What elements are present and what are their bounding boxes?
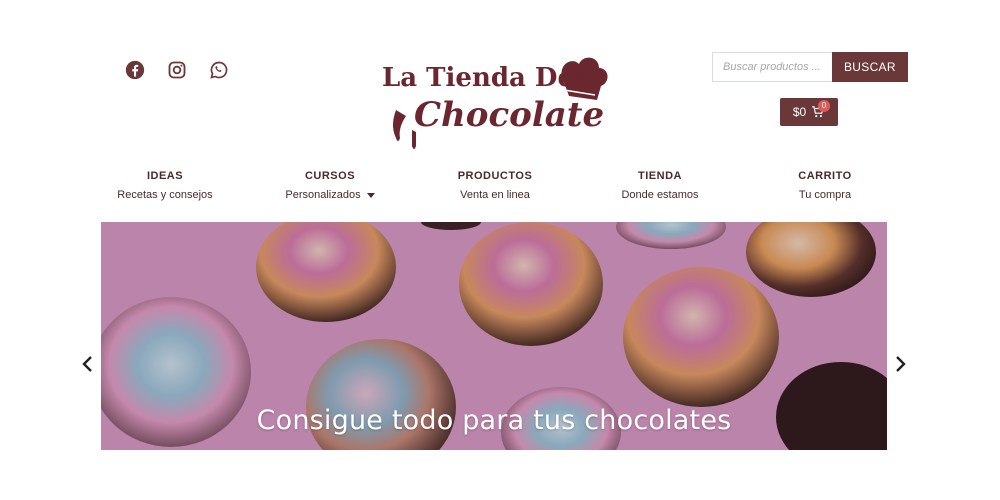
hero-caption: Consigue todo para tus chocolates (256, 405, 732, 436)
social-links (125, 60, 229, 80)
whatsapp-icon[interactable] (209, 60, 229, 80)
nav-item-tienda[interactable]: TIENDA Donde estamos (595, 170, 725, 201)
nav-item-title: PRODUCTOS (457, 170, 533, 182)
cart-button[interactable]: $0 0 (780, 98, 838, 126)
search-input[interactable] (712, 52, 832, 82)
logo-line2: Chocolate (414, 95, 604, 135)
cart-count-badge: 0 (818, 100, 830, 112)
nav-item-title: CARRITO (798, 170, 852, 182)
main-nav: IDEAS Recetas y consejos CURSOS Personal… (100, 170, 890, 201)
product-search: BUSCAR (712, 52, 908, 82)
nav-item-productos[interactable]: PRODUCTOS Venta en linea (430, 170, 560, 201)
nav-item-title: TIENDA (638, 170, 682, 182)
hero-slider[interactable]: Consigue todo para tus chocolates (101, 222, 887, 450)
nav-item-cursos[interactable]: CURSOS Personalizados (265, 170, 395, 201)
nav-item-subtitle: Donde estamos (621, 189, 699, 201)
facebook-icon[interactable] (125, 60, 145, 80)
nav-item-subtitle: Personalizados (285, 189, 361, 201)
chevron-down-icon[interactable] (366, 192, 375, 198)
nav-item-subtitle: Venta en linea (460, 189, 530, 201)
search-button[interactable]: BUSCAR (832, 52, 908, 82)
nav-item-subtitle: Tu compra (798, 189, 852, 201)
nav-item-title: IDEAS (146, 170, 184, 182)
cart-total: $0 (792, 105, 807, 119)
chevron-right-icon (896, 356, 906, 372)
nav-item-carrito[interactable]: CARRITO Tu compra (760, 170, 890, 201)
nav-item-ideas[interactable]: IDEAS Recetas y consejos (100, 170, 230, 201)
slider-prev-button[interactable] (80, 355, 96, 373)
chevron-left-icon (82, 356, 92, 372)
brand-logo[interactable]: La Tienda Del Chocolate (378, 50, 613, 155)
logo-line1: La Tienda Del (382, 63, 584, 93)
slider-next-button[interactable] (892, 355, 908, 373)
nav-item-subtitle: Recetas y consejos (117, 189, 213, 201)
instagram-icon[interactable] (167, 60, 187, 80)
nav-item-title: CURSOS (304, 170, 356, 182)
